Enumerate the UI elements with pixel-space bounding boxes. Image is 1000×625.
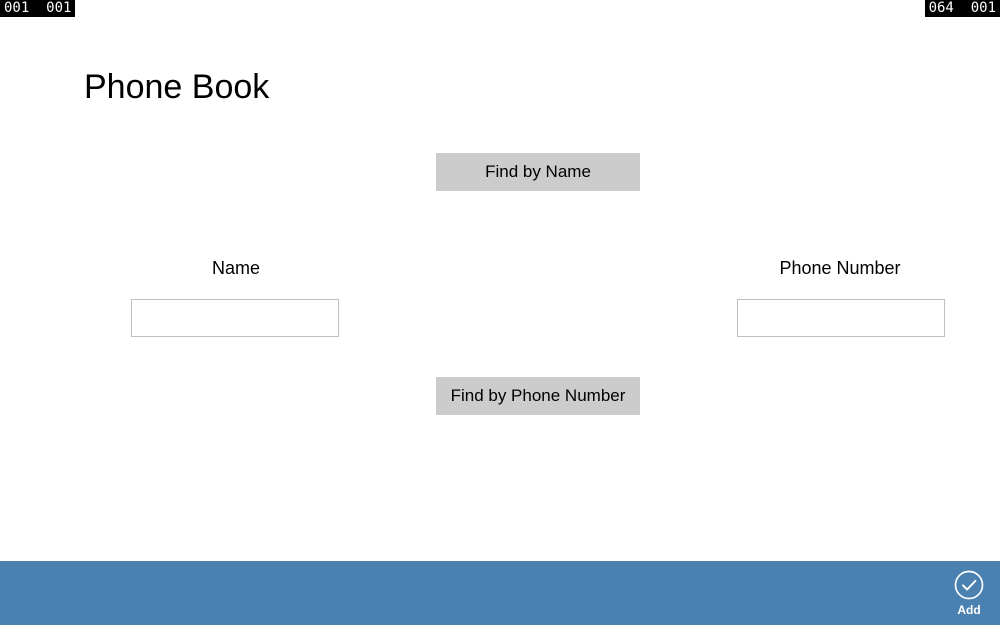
find-by-name-button[interactable]: Find by Name bbox=[436, 153, 640, 191]
add-button[interactable]: Add bbox=[954, 570, 984, 617]
name-input[interactable] bbox=[131, 299, 339, 337]
debug-overlay-top-left: 001 001 bbox=[0, 0, 75, 17]
page-title: Phone Book bbox=[84, 68, 269, 107]
phone-number-input[interactable] bbox=[737, 299, 945, 337]
debug-overlay-top-right: 064 001 bbox=[925, 0, 1000, 17]
accept-icon bbox=[954, 570, 984, 600]
app-bar: Add bbox=[0, 561, 1000, 625]
name-label: Name bbox=[133, 258, 339, 279]
find-by-phone-button[interactable]: Find by Phone Number bbox=[436, 377, 640, 415]
add-button-label: Add bbox=[957, 603, 980, 617]
phone-number-label: Phone Number bbox=[737, 258, 943, 279]
